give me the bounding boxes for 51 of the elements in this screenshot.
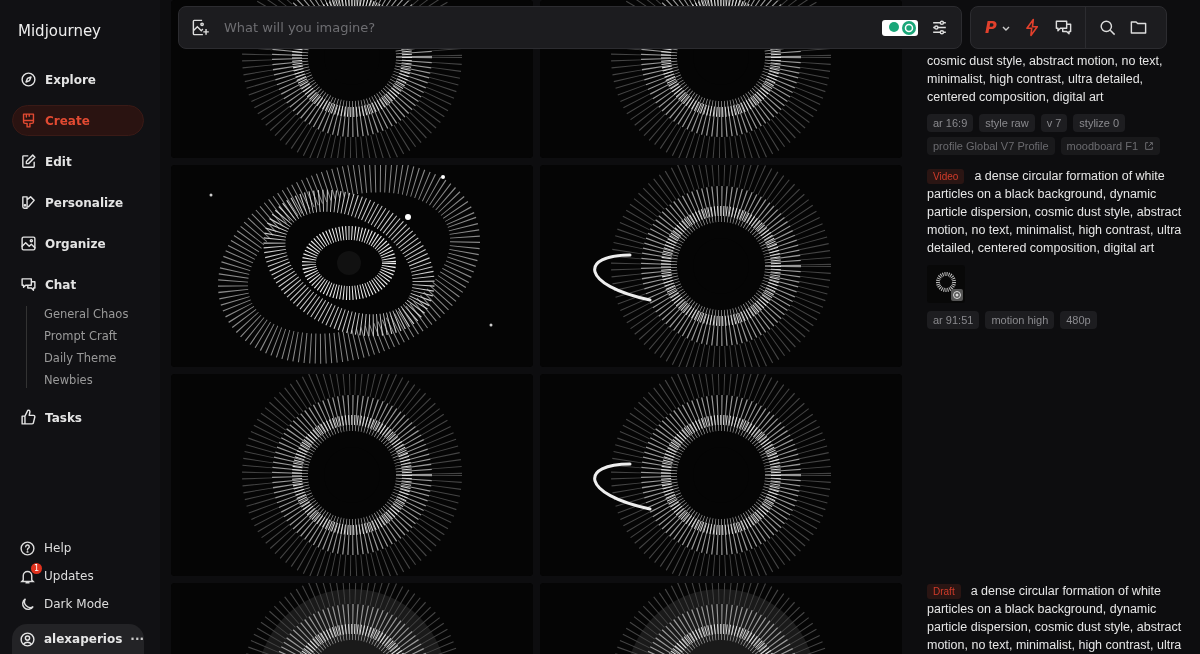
- image-icon: [20, 235, 37, 252]
- nav-item[interactable]: Tasks: [12, 402, 144, 433]
- external-link-icon: [1144, 141, 1155, 151]
- nav-item[interactable]: Chat: [12, 269, 144, 300]
- notification-badge: 1: [31, 562, 42, 574]
- parameter-tag[interactable]: stylize 0: [1073, 114, 1126, 132]
- prompt-field[interactable]: What will you imagine?: [178, 6, 962, 49]
- brush-icon: [20, 112, 37, 129]
- channel-link[interactable]: Newbies: [44, 372, 160, 388]
- footer-link[interactable]: Dark Mode: [12, 594, 160, 614]
- parameter-tag[interactable]: ar 91:51: [927, 311, 980, 329]
- logo: Midjourney: [18, 22, 102, 40]
- extension-icon[interactable]: [882, 19, 918, 36]
- parameter-tag[interactable]: 480p: [1060, 311, 1097, 329]
- job-type-label: Draft: [927, 584, 961, 599]
- username: alexaperios: [44, 632, 123, 646]
- compass-icon: [20, 71, 37, 88]
- edit-icon: [20, 153, 37, 170]
- video-thumbnail[interactable]: [927, 265, 965, 303]
- footer-link[interactable]: Help: [12, 538, 160, 558]
- parameter-tag[interactable]: ar 16:9: [927, 114, 974, 132]
- add-image-icon[interactable]: [191, 18, 210, 37]
- channel-link[interactable]: Daily Theme: [44, 350, 160, 366]
- channel-link[interactable]: Prompt Craft: [44, 328, 160, 344]
- chat-icon[interactable]: [1053, 18, 1073, 37]
- more-button[interactable]: ···: [130, 632, 145, 646]
- job-type-label: Video: [927, 169, 965, 184]
- nav-item[interactable]: Organize: [12, 228, 144, 259]
- prompt-input[interactable]: What will you imagine?: [222, 19, 870, 36]
- play-icon: [951, 289, 963, 301]
- profile-button[interactable]: P: [985, 18, 997, 37]
- folder-icon[interactable]: [1128, 18, 1148, 37]
- nav-item[interactable]: Explore: [12, 64, 144, 95]
- chat-icon: [20, 276, 37, 293]
- nav-item[interactable]: Edit: [12, 146, 144, 177]
- parameter-tag[interactable]: style raw: [979, 114, 1035, 132]
- user-menu[interactable]: alexaperios ···: [12, 624, 144, 654]
- parameter-tag[interactable]: motion high: [985, 311, 1055, 329]
- channel-link[interactable]: General Chaos: [44, 306, 160, 322]
- prompt-text: Draft a dense circular formation of white particles on a black background, dynamic particle dispersion, cosmic dust style, abstract motion, no text, minimalist, high contrast, ultra: [927, 583, 1183, 654]
- parameter-tag[interactable]: v 7: [1040, 114, 1068, 132]
- nav-item[interactable]: Personalize: [12, 187, 144, 218]
- palette-icon: [20, 194, 37, 211]
- help-icon: [19, 539, 36, 557]
- search-icon[interactable]: [1097, 18, 1117, 37]
- thumbs-up-icon: [20, 409, 37, 426]
- prompt-text: cosmic dust style, abstract motion, no text, minimalist, high contrast, ultra detailed, centered composition, digital art: [927, 53, 1164, 106]
- nav-item[interactable]: Create: [12, 105, 144, 136]
- prompt-text: Video a dense circular formation of white particles on a black background, dynamic particle dispersion, cosmic dust style, abstract motion, no text, minimalist, high contrast, ultra detailed, centered composition, digital art: [927, 168, 1183, 257]
- settings-icon[interactable]: [930, 18, 949, 37]
- user-icon: [19, 630, 36, 648]
